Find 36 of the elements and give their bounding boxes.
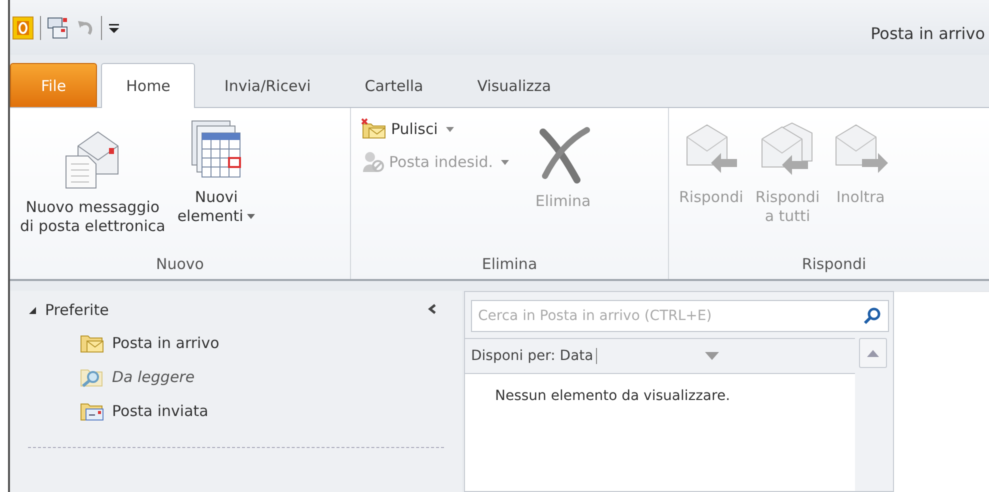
chevron-left-icon bbox=[428, 304, 436, 314]
ribbon-button[interactable]: Pulisci bbox=[359, 116, 512, 142]
folder-item[interactable]: Da leggere bbox=[80, 367, 462, 387]
arrange-by-label[interactable]: Disponi per: Data bbox=[471, 348, 598, 364]
empty-message: Nessun elemento da visualizzare. bbox=[495, 388, 732, 404]
customize-icon[interactable] bbox=[108, 22, 120, 34]
caret-icon bbox=[501, 160, 510, 164]
ribbon-tab[interactable]: Invia/Ricevi bbox=[199, 63, 336, 107]
folder-item[interactable]: Posta inviata bbox=[80, 401, 462, 421]
up-arrow-icon bbox=[867, 350, 879, 356]
ribbon-button[interactable]: Nuovi elementi bbox=[175, 116, 258, 228]
clean-up-folder-icon bbox=[361, 118, 387, 140]
window-title: Posta in arrivo bbox=[870, 23, 985, 43]
search-field[interactable]: Cerca in Posta in arrivo (CTRL+E) bbox=[471, 300, 889, 332]
sent-folder-icon bbox=[80, 401, 104, 421]
people-icon bbox=[361, 150, 385, 174]
expanded-triangle-icon[interactable] bbox=[28, 306, 37, 314]
app-logo-icon[interactable] bbox=[12, 16, 34, 40]
section-header[interactable]: Preferite bbox=[45, 301, 109, 319]
ribbon-tab[interactable]: Visualizza bbox=[452, 63, 576, 107]
ribbon-tab[interactable]: Cartella bbox=[340, 63, 448, 107]
caret-icon bbox=[247, 214, 256, 220]
caret-icon bbox=[446, 126, 454, 132]
send-receive-icon[interactable] bbox=[47, 16, 69, 40]
search-icon[interactable] bbox=[863, 307, 881, 325]
group-label: Elimina bbox=[480, 255, 538, 275]
inbox-folder-icon bbox=[80, 333, 104, 353]
ribbon-button[interactable]: Nuovo messaggio di posta elettronica bbox=[18, 126, 168, 238]
search-folder-icon bbox=[80, 367, 104, 387]
group-label: Rispondi bbox=[800, 255, 868, 275]
folder-item[interactable]: Posta in arrivo bbox=[80, 333, 462, 353]
group-label: Nuovo bbox=[155, 255, 205, 275]
scroll-up-button[interactable] bbox=[859, 338, 887, 368]
calendar-icon bbox=[190, 118, 242, 180]
caret-icon[interactable] bbox=[705, 352, 720, 360]
ribbon-tab[interactable]: Home bbox=[101, 63, 196, 108]
